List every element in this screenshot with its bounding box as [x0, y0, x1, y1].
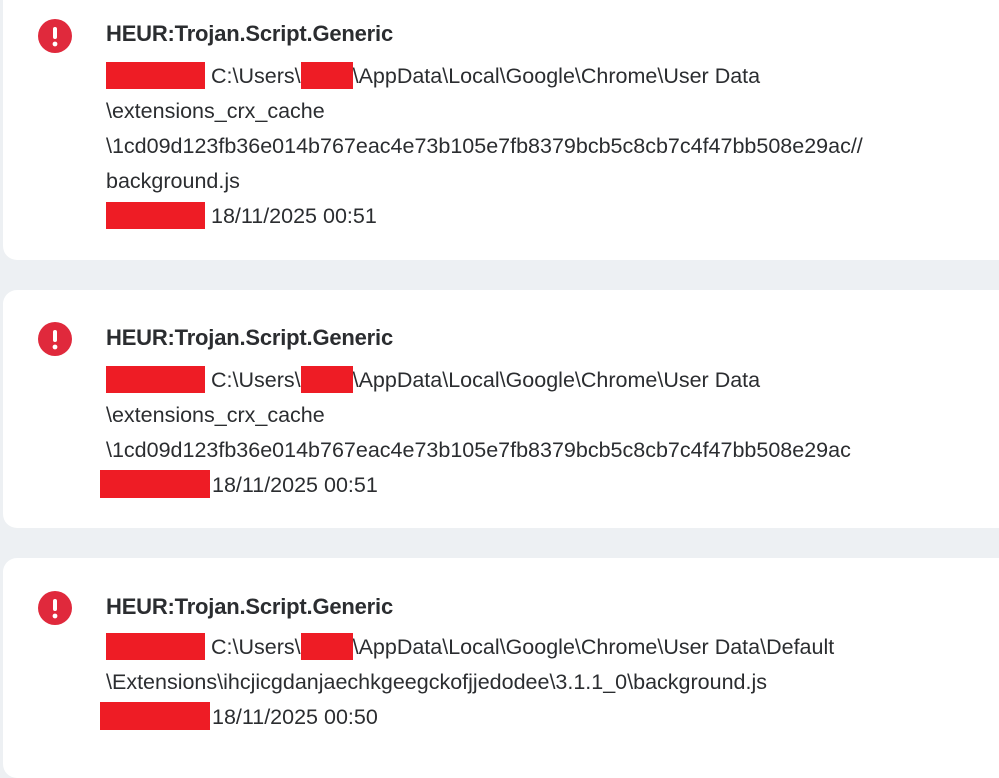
file-path-line: \extensions_crx_cache — [106, 403, 325, 427]
redacted-label — [106, 61, 205, 89]
detection-time-line: 18/11/2025 00:51 — [100, 468, 999, 503]
redacted-username — [300, 632, 353, 660]
redacted-label — [100, 702, 210, 731]
file-path-line: C:\Users\ \AppData\Local\Google\Chrome\Us… — [106, 630, 999, 665]
detection-datetime: 18/11/2025 00:51 — [211, 204, 377, 228]
file-path-line: background.js — [106, 169, 240, 193]
redacted-label — [106, 632, 205, 660]
detection-datetime: 18/11/2025 00:50 — [212, 705, 378, 729]
exclamation-alert-icon — [38, 591, 72, 625]
exclamation-alert-icon — [38, 19, 72, 53]
detection-card[interactable]: HEUR:Trojan.Script.Generic C:\Users\ \App… — [3, 558, 999, 778]
path-suffix: \AppData\Local\Google\Chrome\User Data — [352, 64, 761, 88]
redacted-label — [106, 201, 205, 229]
path-suffix: \AppData\Local\Google\Chrome\User Data\D… — [352, 635, 835, 659]
threat-name: HEUR:Trojan.Script.Generic — [106, 594, 393, 619]
redacted-username — [300, 61, 353, 89]
redacted-username — [300, 365, 353, 393]
file-path-line: C:\Users\ \AppData\Local\Google\Chrome\Us… — [106, 363, 999, 398]
detection-card[interactable]: HEUR:Trojan.Script.Generic C:\Users\ \App… — [3, 0, 999, 260]
file-path-line: \1cd09d123fb36e014b767eac4e73b105e7fb837… — [106, 438, 851, 462]
detection-datetime: 18/11/2025 00:51 — [212, 473, 378, 497]
file-path-line: \1cd09d123fb36e014b767eac4e73b105e7fb837… — [106, 134, 863, 158]
redacted-label — [106, 365, 205, 393]
threat-name: HEUR:Trojan.Script.Generic — [106, 325, 393, 350]
detection-card[interactable]: HEUR:Trojan.Script.Generic C:\Users\ \App… — [3, 290, 999, 528]
path-prefix: C:\Users\ — [211, 635, 301, 659]
file-path-line: C:\Users\ \AppData\Local\Google\Chrome\Us… — [106, 59, 999, 94]
path-prefix: C:\Users\ — [211, 64, 301, 88]
path-suffix: \AppData\Local\Google\Chrome\User Data — [352, 368, 761, 392]
redacted-label — [100, 470, 210, 499]
threat-name: HEUR:Trojan.Script.Generic — [106, 21, 393, 46]
detection-time-line: 18/11/2025 00:50 — [100, 700, 999, 735]
detection-time-line: 18/11/2025 00:51 — [106, 199, 999, 234]
file-path-line: \Extensions\ihcjicgdanjaechkgeegckofjjed… — [106, 670, 767, 694]
path-prefix: C:\Users\ — [211, 368, 301, 392]
file-path-line: \extensions_crx_cache — [106, 99, 325, 123]
exclamation-alert-icon — [38, 322, 72, 356]
